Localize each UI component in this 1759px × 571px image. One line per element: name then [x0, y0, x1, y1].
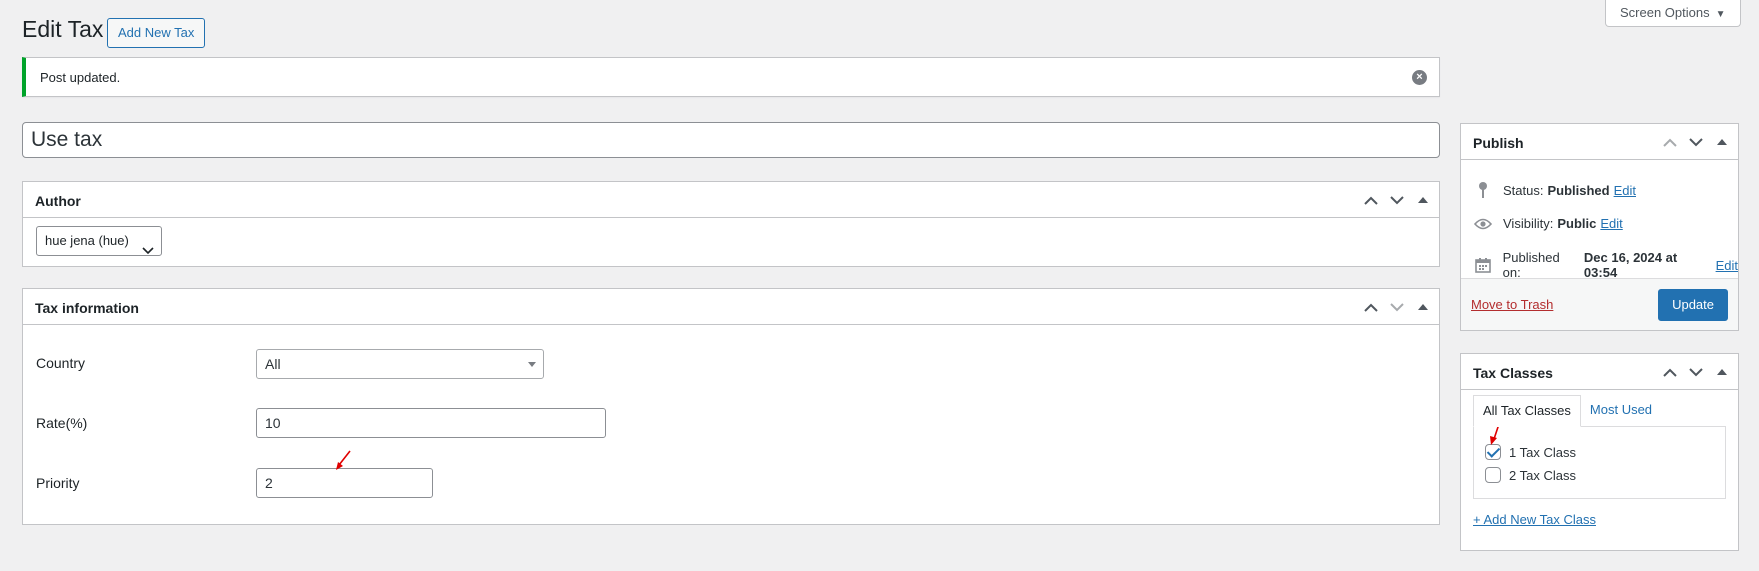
edit-status-link[interactable]: Edit — [1614, 183, 1636, 198]
tax-class-1-label: 1 Tax Class — [1509, 444, 1576, 460]
toggle-panel-icon[interactable] — [1413, 297, 1433, 317]
handle-actions — [1660, 132, 1732, 152]
country-select-value: All — [265, 356, 281, 372]
country-select[interactable]: All — [256, 349, 544, 379]
publish-actions: Move to Trash Update — [1461, 278, 1738, 330]
dismiss-icon[interactable]: × — [1412, 70, 1427, 85]
calendar-icon — [1473, 257, 1493, 273]
toggle-panel-icon[interactable] — [1413, 190, 1433, 210]
author-title: Author — [35, 193, 81, 209]
author-select[interactable]: hue jena (hue) — [36, 226, 162, 256]
priority-label: Priority — [36, 475, 80, 491]
tax-information-title: Tax information — [35, 300, 139, 316]
update-button[interactable]: Update — [1658, 289, 1728, 321]
tax-classes-title: Tax Classes — [1473, 365, 1553, 381]
move-down-icon[interactable] — [1686, 362, 1706, 382]
edit-date-link[interactable]: Edit — [1716, 258, 1738, 273]
move-up-icon[interactable] — [1660, 362, 1680, 382]
notice-text: Post updated. — [40, 70, 121, 85]
move-up-icon[interactable] — [1361, 190, 1381, 210]
list-item: 2 Tax Class — [1485, 467, 1576, 483]
tax-information-postbox: Tax information Country All Rate(%) 10 P… — [22, 288, 1440, 525]
handle-actions — [1361, 190, 1433, 210]
add-new-tax-button[interactable]: Add New Tax — [107, 18, 206, 48]
move-down-icon[interactable] — [1387, 297, 1407, 317]
move-up-icon[interactable] — [1660, 132, 1680, 152]
caret-down-icon: ▼ — [1715, 9, 1726, 20]
tax-class-2-label: 2 Tax Class — [1509, 467, 1576, 483]
toggle-panel-icon[interactable] — [1712, 132, 1732, 152]
edit-visibility-link[interactable]: Edit — [1600, 216, 1622, 231]
screen-options-toggle[interactable]: Screen Options ▼ — [1605, 0, 1741, 27]
postbox-header: Publish — [1461, 124, 1738, 160]
country-label: Country — [36, 355, 86, 371]
move-down-icon[interactable] — [1686, 132, 1706, 152]
chevron-down-icon — [142, 237, 154, 265]
publish-title: Publish — [1473, 135, 1524, 151]
screen-options-label: Screen Options — [1620, 5, 1710, 20]
postbox-header: Tax information — [23, 289, 1439, 325]
author-postbox: Author hue jena (hue) — [22, 181, 1440, 267]
status-value: Published — [1547, 182, 1610, 198]
published-on-label: Published on: — [1502, 250, 1560, 280]
published-on-row: Published on: Dec 16, 2024 at 03:54 Edit — [1473, 250, 1738, 280]
tax-class-1-checkbox[interactable] — [1485, 444, 1501, 460]
published-on-value: Dec 16, 2024 at 03:54 — [1583, 250, 1678, 280]
tab-all-tax-classes[interactable]: All Tax Classes — [1473, 395, 1581, 427]
move-down-icon[interactable] — [1387, 190, 1407, 210]
status-row: Status: Published Edit — [1473, 182, 1636, 198]
caret-down-icon — [528, 362, 536, 367]
page-title: Edit Tax — [22, 16, 104, 42]
add-new-tax-class-link[interactable]: + Add New Tax Class — [1473, 512, 1596, 527]
visibility-label: Visibility: — [1503, 216, 1554, 231]
tax-class-2-checkbox[interactable] — [1485, 467, 1501, 483]
visibility-value: Public — [1557, 216, 1597, 231]
tax-classes-checklist: 1 Tax Class 2 Tax Class — [1473, 426, 1726, 499]
move-to-trash-link[interactable]: Move to Trash — [1471, 297, 1553, 312]
success-notice: Post updated. × — [22, 57, 1440, 97]
postbox-header: Author — [23, 182, 1439, 218]
rate-label: Rate(%) — [36, 415, 88, 431]
list-item: 1 Tax Class — [1485, 444, 1576, 460]
priority-input[interactable]: 2 — [256, 468, 433, 498]
toggle-panel-icon[interactable] — [1712, 362, 1732, 382]
post-title-input[interactable]: Use tax — [22, 122, 1440, 158]
rate-input[interactable]: 10 — [256, 408, 606, 438]
tax-classes-tabs: All Tax Classes Most Used — [1473, 395, 1661, 427]
pin-icon — [1473, 182, 1493, 198]
publish-postbox: Publish Status: Published Edit Visibilit… — [1460, 123, 1739, 331]
tax-classes-postbox: Tax Classes All Tax Classes Most Used 1 … — [1460, 353, 1739, 551]
eye-icon — [1473, 218, 1493, 230]
visibility-row: Visibility: Public Edit — [1473, 216, 1623, 231]
tab-most-used[interactable]: Most Used — [1581, 395, 1661, 427]
author-select-value: hue jena (hue) — [45, 233, 129, 248]
status-label: Status: — [1503, 182, 1544, 198]
handle-actions — [1361, 297, 1433, 317]
move-up-icon[interactable] — [1361, 297, 1381, 317]
handle-actions — [1660, 362, 1732, 382]
postbox-header: Tax Classes — [1461, 354, 1738, 390]
